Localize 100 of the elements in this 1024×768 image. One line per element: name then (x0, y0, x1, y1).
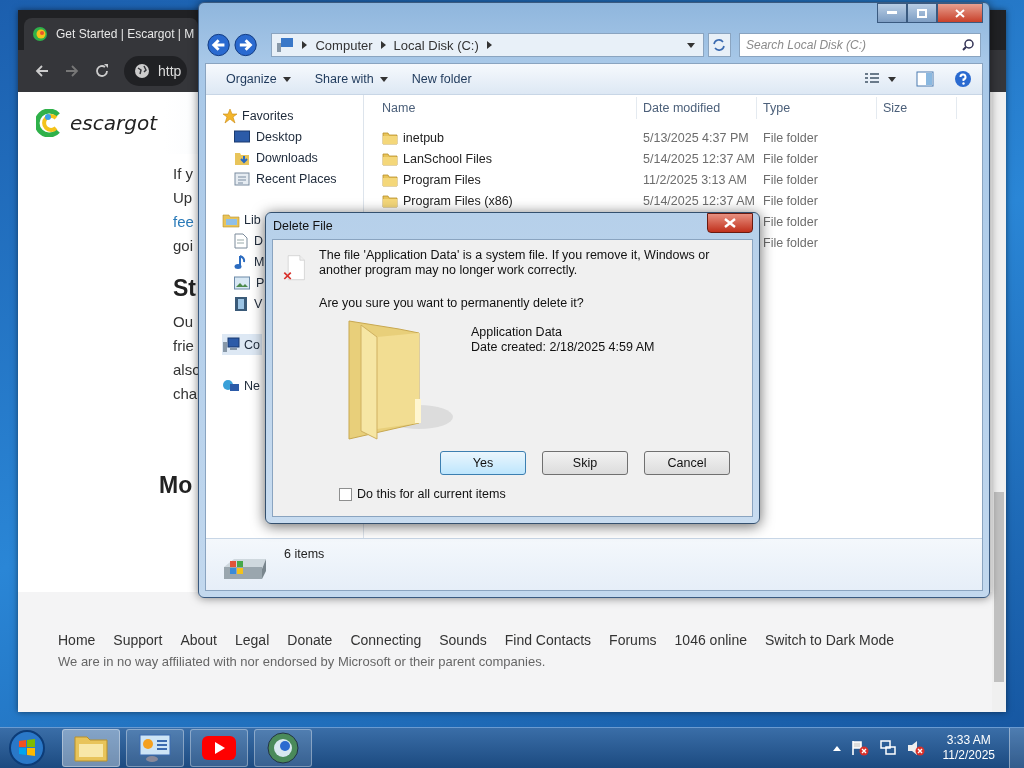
toolbar-command[interactable]: Organize (216, 72, 301, 86)
footer-link[interactable]: About (180, 632, 217, 648)
dialog-button[interactable]: Yes (440, 451, 526, 475)
item-count-text: 6 items (284, 547, 325, 561)
footer-link[interactable]: Find Contacts (504, 632, 592, 648)
chevron-right-icon (302, 41, 308, 49)
show-desktop-button[interactable] (1009, 728, 1024, 768)
maximize-icon (917, 8, 927, 18)
navigation-item[interactable]: V (234, 293, 265, 314)
maximize-button[interactable] (907, 3, 937, 23)
column-header[interactable]: Type (757, 97, 877, 119)
paragraph-link[interactable]: fee (173, 213, 194, 230)
refresh-button[interactable] (707, 33, 731, 57)
type-cell: File folder (763, 193, 818, 208)
back-arrow-icon[interactable] (34, 63, 50, 79)
footer-link[interactable]: Sounds (439, 632, 487, 648)
folder-icon (74, 734, 108, 762)
escargot-logo-icon (36, 109, 62, 137)
navigation-item[interactable]: Favorites (222, 105, 296, 126)
navigation-item[interactable]: Lib (222, 209, 263, 230)
folder-icon (382, 172, 398, 187)
date-modified-cell: 11/2/2025 3:13 AM (643, 172, 748, 187)
file-name: Program Files (x86) (403, 193, 513, 208)
toolbar-command[interactable]: New folder (401, 72, 482, 86)
type-cell: File folder (763, 172, 818, 187)
column-header[interactable]: Size (877, 97, 957, 119)
paragraph-text: Up (173, 188, 193, 208)
item-name: Application Data (471, 325, 564, 340)
navigation-item[interactable]: Co (222, 334, 262, 355)
section-heading: Mo (159, 472, 193, 499)
clock-date: 11/2/2025 (942, 748, 995, 763)
globe-icon (134, 63, 150, 79)
search-icon (962, 39, 974, 51)
toolbar-command[interactable]: Share with (304, 72, 398, 86)
reload-icon[interactable] (94, 63, 110, 79)
browser-tab[interactable]: Get Started | Escargot | M (24, 18, 199, 50)
navigation-item[interactable]: Desktop (234, 126, 304, 147)
clock[interactable]: 3:33 AM 11/2/2025 (942, 733, 995, 763)
footer-link[interactable]: Legal (235, 632, 270, 648)
type-cell: File folder (763, 151, 818, 166)
desktop-icon (234, 129, 250, 144)
address-bar[interactable]: http (124, 56, 188, 86)
network-icon (222, 377, 240, 394)
apply-to-all-checkbox[interactable]: Do this for all current items (339, 487, 506, 501)
footer-link[interactable]: 1046 online (674, 632, 747, 648)
search-field[interactable]: Search Local Disk (C:) (739, 33, 981, 57)
footer-link[interactable]: Donate (287, 632, 333, 648)
navigation-item[interactable]: M (234, 251, 267, 272)
scrollbar[interactable] (992, 92, 1006, 712)
refresh-icon (712, 38, 727, 52)
navigation-item[interactable]: P (234, 272, 267, 293)
column-header[interactable]: Name (376, 97, 637, 119)
paragraph-text: Ou (173, 312, 193, 332)
type-cell: File folder (763, 214, 818, 229)
confirmation-question: Are you sure you want to permanently delete it? (319, 296, 585, 311)
speaker-muted-icon[interactable] (906, 740, 925, 756)
escargot-logo-icon (32, 26, 48, 42)
music-note-icon (234, 253, 248, 270)
file-name: inetpub (403, 130, 444, 145)
minimize-icon (887, 11, 897, 15)
navigation-item[interactable]: Downloads (234, 147, 320, 168)
paragraph-text: If y (173, 164, 193, 184)
paragraph-text: frie (173, 336, 194, 356)
close-icon (724, 218, 736, 228)
paragraph-text: cha (173, 384, 198, 404)
address-bar[interactable]: Computer Local Disk (C:) (271, 33, 704, 57)
footer-link[interactable]: Forums (609, 632, 657, 648)
logo-text: escargot (70, 111, 157, 135)
picture-icon (234, 275, 250, 290)
taskbar-button[interactable] (190, 729, 248, 767)
navigation-item[interactable]: Ne (222, 375, 262, 396)
caret-up-icon[interactable] (832, 745, 841, 751)
type-cell: File folder (763, 235, 818, 250)
file-name: Program Files (403, 172, 481, 187)
dialog-button[interactable]: Skip (542, 451, 628, 475)
library-icon (222, 211, 240, 228)
footer-link[interactable]: Home (58, 632, 96, 648)
section-heading: St (173, 274, 196, 303)
star-icon (222, 107, 238, 124)
computer-icon (276, 37, 295, 53)
warning-message: The file 'Application Data' is a system file. If you remove it, Windows or another program may no longer work correctly. (319, 248, 711, 278)
footer-link[interactable]: Support (113, 632, 163, 648)
taskbar-button[interactable] (254, 729, 312, 767)
taskbar-button[interactable] (126, 729, 184, 767)
footer-link[interactable]: Connecting (350, 632, 422, 648)
navigation-item[interactable]: D (234, 230, 266, 251)
minimize-button[interactable] (877, 3, 907, 23)
flag-error-icon[interactable] (850, 740, 869, 756)
column-header[interactable]: Date modified (637, 97, 757, 119)
network-icon[interactable] (878, 740, 897, 756)
folder-icon (382, 193, 398, 208)
clock-time: 3:33 AM (946, 733, 991, 748)
dialog-button[interactable]: Cancel (644, 451, 730, 475)
close-button[interactable] (707, 213, 753, 233)
start-button[interactable] (8, 729, 46, 767)
dialog-title: Delete File (273, 219, 333, 233)
navigation-item[interactable]: Recent Places (234, 168, 339, 189)
footer-link[interactable]: Switch to Dark Mode (764, 632, 895, 648)
close-button[interactable] (937, 3, 983, 23)
file-name: LanSchool Files (403, 151, 492, 166)
